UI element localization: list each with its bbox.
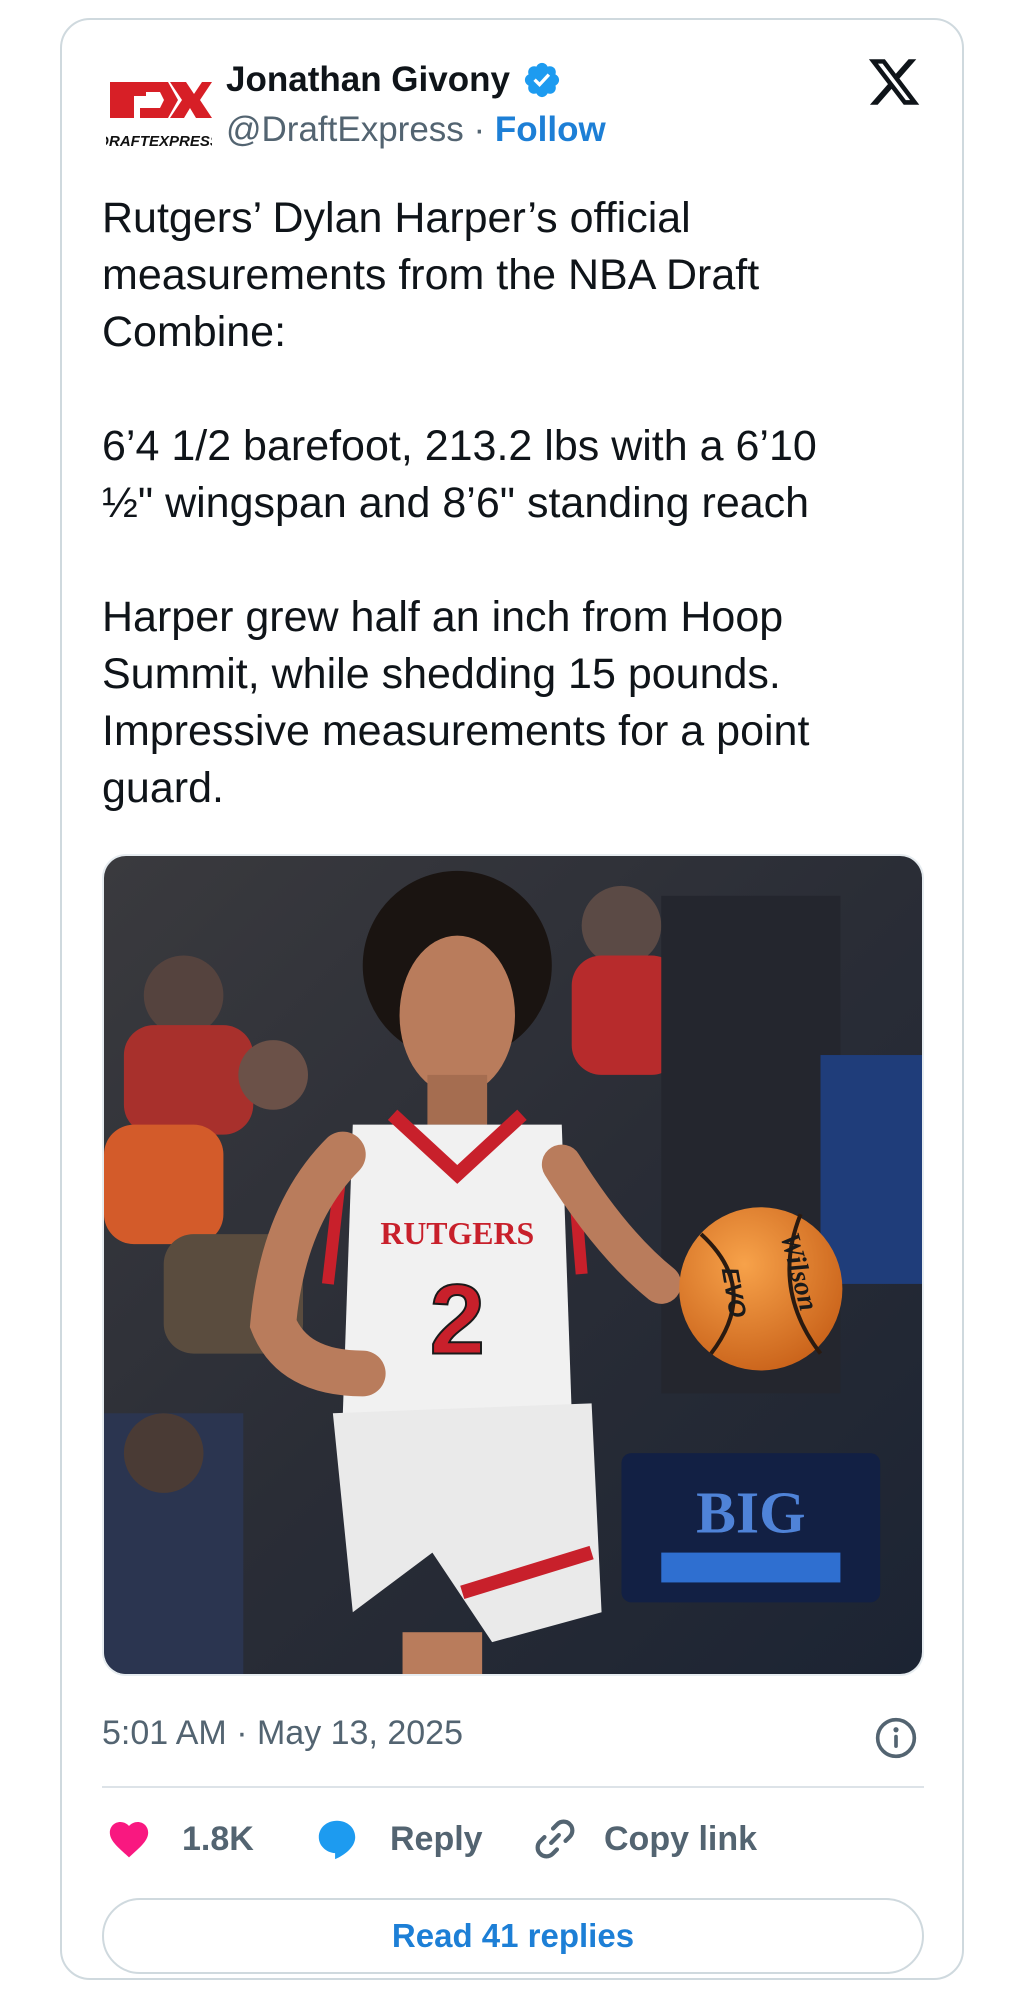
tweet-timestamp[interactable]: 5:01 AM · May 13, 2025 bbox=[102, 1714, 463, 1753]
author-handle[interactable]: @DraftExpress bbox=[226, 110, 464, 149]
author-name[interactable]: Jonathan Givony bbox=[226, 60, 562, 100]
jersey-number: 2 bbox=[430, 1265, 485, 1376]
jersey-name: RUTGERS bbox=[380, 1216, 534, 1251]
logo-wordmark: DRAFTEXPRESS bbox=[106, 133, 212, 150]
handle-separator: · bbox=[463, 110, 495, 149]
read-replies-button[interactable]: Read 41 replies bbox=[102, 1898, 924, 1974]
verified-badge-icon bbox=[524, 62, 560, 98]
link-icon bbox=[535, 1819, 575, 1859]
reply-button[interactable]: Reply bbox=[314, 1814, 483, 1864]
like-count: 1.8K bbox=[182, 1819, 254, 1858]
like-button[interactable]: 1.8K bbox=[106, 1814, 254, 1864]
tweet-text: Rutgers’ Dylan Harper’s official measure… bbox=[102, 194, 817, 812]
tweet-photo[interactable]: BIG RUTGERS 2 Wilson EVO bbox=[102, 854, 924, 1676]
copy-link-button[interactable]: Copy link bbox=[532, 1814, 757, 1864]
divider bbox=[102, 1786, 924, 1788]
reply-bubble-icon bbox=[318, 1820, 356, 1860]
heart-icon bbox=[109, 1821, 149, 1858]
handle-row: @DraftExpress · Follow bbox=[226, 110, 606, 150]
reply-label: Reply bbox=[390, 1819, 483, 1858]
info-icon[interactable] bbox=[874, 1716, 918, 1760]
follow-button[interactable]: Follow bbox=[495, 110, 606, 149]
draftexpress-logo[interactable]: DRAFTEXPRESS bbox=[98, 74, 220, 164]
conference-banner-text: BIG bbox=[696, 1480, 805, 1546]
author-name-text[interactable]: Jonathan Givony bbox=[226, 60, 510, 100]
x-logo-icon[interactable] bbox=[866, 54, 922, 110]
copy-link-label: Copy link bbox=[604, 1819, 758, 1858]
tweet-card: DRAFTEXPRESS Jonathan Givony @DraftExpre… bbox=[60, 18, 964, 1980]
